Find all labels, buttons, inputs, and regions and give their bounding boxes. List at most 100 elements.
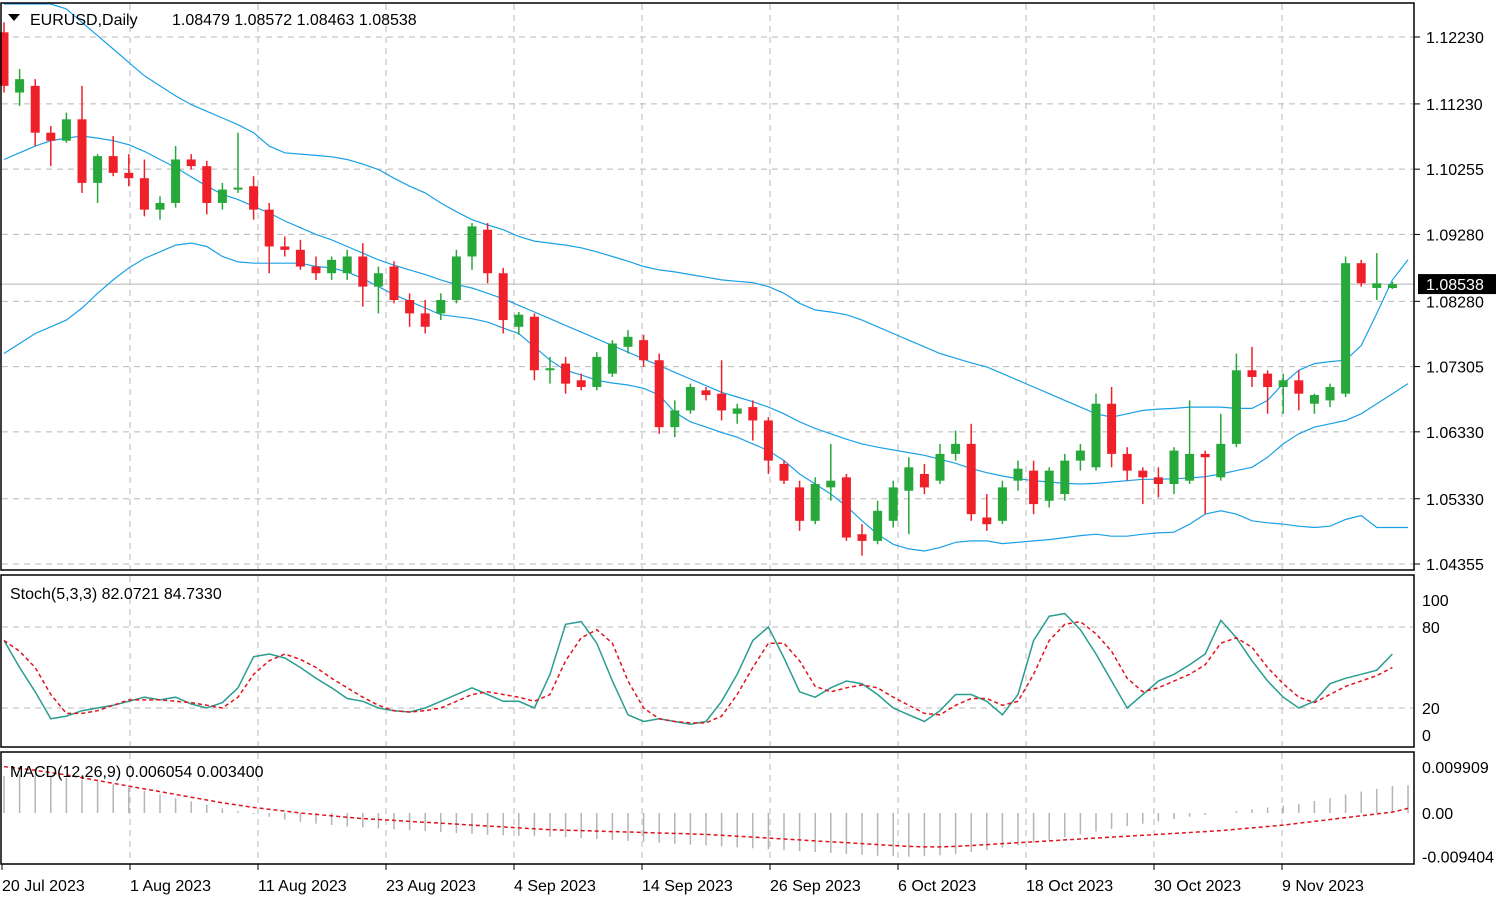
candle-body <box>1185 453 1195 481</box>
candle-body <box>139 178 149 210</box>
candle-body <box>1247 370 1257 377</box>
time-tick-label: 1 Aug 2023 <box>130 878 211 895</box>
candle-body <box>935 453 945 481</box>
stoch-level-label: 20 <box>1422 701 1440 718</box>
candle-body <box>717 393 727 411</box>
time-tick-label: 18 Oct 2023 <box>1026 878 1113 895</box>
candle-body <box>61 119 71 141</box>
candle-body <box>592 356 602 387</box>
candle-body <box>467 226 477 257</box>
candle-body <box>1013 468 1023 481</box>
candle <box>1091 393 1101 471</box>
candle-body <box>420 313 430 327</box>
time-tick-label: 11 Aug 2023 <box>258 878 347 895</box>
candle-body <box>217 189 227 203</box>
candle <box>779 460 789 485</box>
macd-level-label: -0.009404 <box>1422 850 1494 867</box>
candle-body <box>30 85 40 133</box>
stoch-level-label: 0 <box>1422 728 1431 745</box>
candle-body <box>779 463 789 481</box>
candle-body <box>966 443 976 515</box>
candle-body <box>576 380 586 387</box>
price-tick-label: 1.05330 <box>1426 492 1484 509</box>
candle-body <box>795 487 805 521</box>
candle-body <box>1356 263 1366 284</box>
time-tick-label: 4 Sep 2023 <box>514 878 596 895</box>
candle-body <box>639 340 649 361</box>
chart-canvas: 1.12230 1.11230 1.10255 1.09280 1.08280 1.073… <box>0 0 1512 908</box>
candle-body <box>514 314 524 327</box>
candle-body <box>249 186 259 210</box>
candle <box>1356 259 1366 287</box>
candle-body <box>623 336 633 347</box>
candle-body <box>311 266 321 274</box>
candle-body <box>904 467 914 491</box>
candle-body <box>763 420 773 461</box>
candle-body <box>15 79 25 93</box>
stoch-level-label: 100 <box>1422 593 1449 610</box>
candle <box>1341 256 1351 398</box>
candle <box>685 383 695 414</box>
candle-body <box>1044 470 1054 501</box>
candle-body <box>748 407 758 421</box>
candle-body <box>186 159 196 167</box>
price-tick-label: 1.09280 <box>1426 227 1484 244</box>
candle-body <box>888 487 898 521</box>
candle-body <box>202 166 212 203</box>
candle-body <box>1060 460 1070 495</box>
candle <box>607 340 617 377</box>
candle-body <box>561 363 571 384</box>
candle <box>888 480 898 528</box>
candle-body <box>545 368 555 371</box>
candle-body <box>1169 450 1179 485</box>
price-tick-label: 1.07305 <box>1426 360 1484 377</box>
candle <box>1060 453 1070 501</box>
candle-body <box>1075 450 1085 461</box>
candle <box>810 477 820 525</box>
current-price-label: 1.08538 <box>1426 277 1484 294</box>
candle-body <box>1294 380 1304 394</box>
candle-body <box>1325 386 1335 401</box>
candle-body <box>1200 453 1210 458</box>
candle <box>451 249 461 304</box>
candle-body <box>654 360 664 428</box>
candle-body <box>732 408 742 414</box>
macd-level-label: 0.00 <box>1422 806 1453 823</box>
candle-body <box>93 156 103 183</box>
price-tick-label: 1.11230 <box>1426 97 1483 114</box>
candle-body <box>46 132 56 141</box>
candle-body <box>1138 470 1148 478</box>
candle-body <box>295 249 305 267</box>
candle-body <box>108 156 118 173</box>
candle-body <box>264 209 274 247</box>
candle-body <box>171 159 181 203</box>
candle-body <box>483 229 493 274</box>
candle-body <box>919 473 929 488</box>
candle-body <box>373 273 383 287</box>
candle <box>592 352 602 391</box>
candle-body <box>1122 453 1132 471</box>
candle-body <box>951 443 961 454</box>
chart-ohlc-label: 1.08479 1.08572 1.08463 1.08538 <box>172 12 417 29</box>
candle-body <box>498 273 508 321</box>
time-tick-label: 9 Nov 2023 <box>1282 878 1364 895</box>
candle-body <box>529 316 539 371</box>
candle-body <box>982 517 992 525</box>
candle-body <box>358 256 368 287</box>
candle-body <box>1387 284 1397 289</box>
price-tick-label: 1.04355 <box>1426 557 1484 574</box>
candle-body <box>685 386 695 411</box>
candle-body <box>1107 403 1117 454</box>
candle-body <box>389 266 399 300</box>
price-tick-label: 1.06330 <box>1426 425 1484 442</box>
chart-symbol-label: EURUSD,Daily <box>30 12 138 29</box>
candle-body <box>810 484 820 521</box>
candle <box>389 261 399 304</box>
stoch-level-label: 80 <box>1422 620 1440 637</box>
price-tick-label: 1.08280 <box>1426 294 1484 311</box>
candle-body <box>701 390 711 396</box>
candle-body <box>1216 443 1226 478</box>
time-tick-label: 6 Oct 2023 <box>898 878 976 895</box>
candle-body <box>1372 283 1382 288</box>
time-tick-label: 26 Sep 2023 <box>770 878 861 895</box>
